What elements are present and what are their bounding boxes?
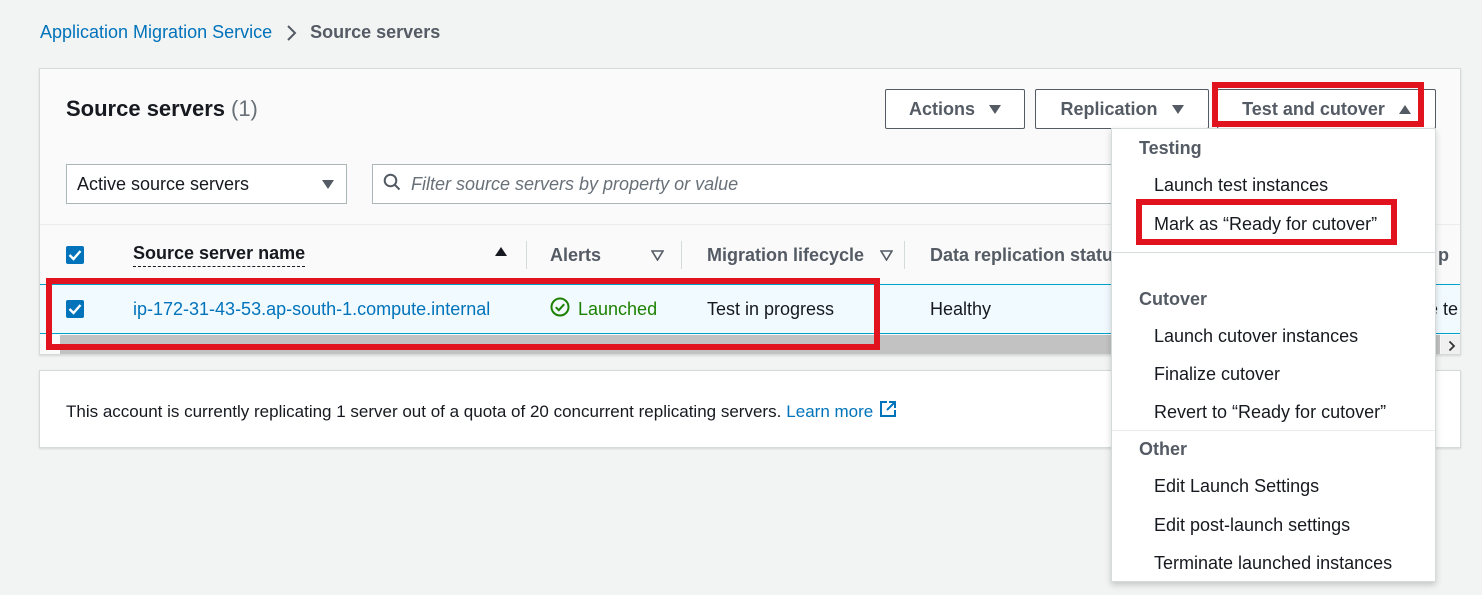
column-header-data-replication-status[interactable]: Data replication status bbox=[930, 225, 1130, 285]
quota-message: This account is currently replicating 1 … bbox=[66, 400, 897, 423]
menu-item-edit-post-launch-settings[interactable]: Edit post-launch settings bbox=[1154, 515, 1350, 536]
test-and-cutover-menu: Testing Launch test instances Mark as “R… bbox=[1111, 128, 1436, 582]
column-header-partial[interactable]: p bbox=[1438, 225, 1449, 285]
menu-item-launch-test-instances[interactable]: Launch test instances bbox=[1154, 175, 1328, 196]
column-divider bbox=[904, 241, 905, 269]
migration-lifecycle-value: Test in progress bbox=[707, 298, 835, 319]
caret-up-icon bbox=[1398, 99, 1411, 120]
alert-status: Launched bbox=[550, 285, 657, 333]
actions-button-label: Actions bbox=[908, 98, 975, 119]
row-checkbox[interactable] bbox=[66, 300, 84, 318]
column-header-migration-lifecycle[interactable]: Migration lifecycle bbox=[707, 225, 897, 285]
breadcrumb: Application Migration Service Source ser… bbox=[40, 22, 440, 43]
column-header-source-server-name[interactable]: Source server name bbox=[133, 225, 525, 285]
learn-more-link[interactable]: Learn more bbox=[786, 400, 897, 423]
server-count: (1) bbox=[231, 96, 258, 121]
menu-group-testing: Testing bbox=[1139, 138, 1202, 158]
menu-empty-row bbox=[1112, 252, 1435, 282]
server-filter-select[interactable]: Active source servers bbox=[66, 164, 347, 204]
caret-down-icon bbox=[1171, 99, 1184, 120]
column-header-label: p bbox=[1438, 244, 1449, 265]
menu-group-cutover: Cutover bbox=[1139, 289, 1208, 309]
sort-ascending-icon bbox=[495, 241, 507, 262]
menu-item-mark-ready-for-cutover[interactable]: Mark as “Ready for cutover” bbox=[1154, 214, 1377, 235]
menu-divider bbox=[1112, 430, 1435, 431]
column-header-label: Source server name bbox=[133, 243, 306, 267]
breadcrumb-link-application-migration-service[interactable]: Application Migration Service bbox=[40, 22, 272, 43]
breadcrumb-current: Source servers bbox=[310, 22, 441, 42]
server-filter-select-value: Active source servers bbox=[77, 173, 250, 194]
column-header-label: Migration lifecycle bbox=[707, 244, 865, 265]
column-header-alerts[interactable]: Alerts bbox=[550, 225, 670, 285]
column-header-label: Alerts bbox=[550, 244, 602, 265]
caret-down-icon bbox=[989, 99, 1001, 120]
menu-item-revert-to-ready-for-cutover[interactable]: Revert to “Ready for cutover” bbox=[1154, 402, 1386, 423]
column-divider bbox=[526, 241, 527, 269]
scroll-right-icon[interactable] bbox=[1441, 335, 1460, 354]
menu-item-finalize-cutover[interactable]: Finalize cutover bbox=[1154, 364, 1280, 385]
external-link-icon bbox=[879, 400, 897, 423]
quota-text: This account is currently replicating 1 … bbox=[66, 401, 782, 421]
chevron-right-icon bbox=[286, 24, 298, 42]
menu-item-terminate-launched-instances[interactable]: Terminate launched instances bbox=[1154, 553, 1392, 574]
test-and-cutover-button[interactable]: Test and cutover bbox=[1217, 89, 1436, 129]
data-replication-status-value: Healthy bbox=[930, 298, 992, 319]
learn-more-label: Learn more bbox=[786, 401, 874, 421]
checkbox-checked-icon bbox=[68, 250, 82, 261]
menu-item-launch-cutover-instances[interactable]: Launch cutover instances bbox=[1154, 326, 1358, 347]
actions-button[interactable]: Actions bbox=[885, 89, 1025, 129]
test-and-cutover-button-label: Test and cutover bbox=[1242, 98, 1385, 119]
search-input[interactable] bbox=[411, 173, 1011, 195]
search-icon bbox=[383, 173, 401, 196]
sort-caret-down-icon bbox=[879, 245, 894, 266]
column-divider bbox=[681, 241, 682, 269]
search-box bbox=[372, 164, 1132, 204]
caret-down-icon bbox=[322, 174, 334, 195]
sort-caret-down-icon bbox=[650, 245, 665, 266]
checkbox-checked-icon bbox=[68, 304, 82, 315]
column-header-label: Data replication status bbox=[930, 244, 1124, 265]
menu-group-other: Other bbox=[1139, 439, 1188, 459]
menu-item-edit-launch-settings[interactable]: Edit Launch Settings bbox=[1154, 476, 1319, 497]
alert-status-label: Launched bbox=[578, 298, 658, 319]
select-all-checkbox[interactable] bbox=[66, 246, 84, 264]
replication-button[interactable]: Replication bbox=[1035, 89, 1209, 129]
replication-button-label: Replication bbox=[1060, 98, 1158, 119]
status-success-icon bbox=[550, 297, 570, 322]
source-server-name-link[interactable]: ip-172-31-43-53.ap-south-1.compute.inter… bbox=[133, 285, 490, 333]
page-title: Source servers (1) bbox=[66, 96, 258, 122]
panel-title-text: Source servers bbox=[66, 96, 225, 121]
